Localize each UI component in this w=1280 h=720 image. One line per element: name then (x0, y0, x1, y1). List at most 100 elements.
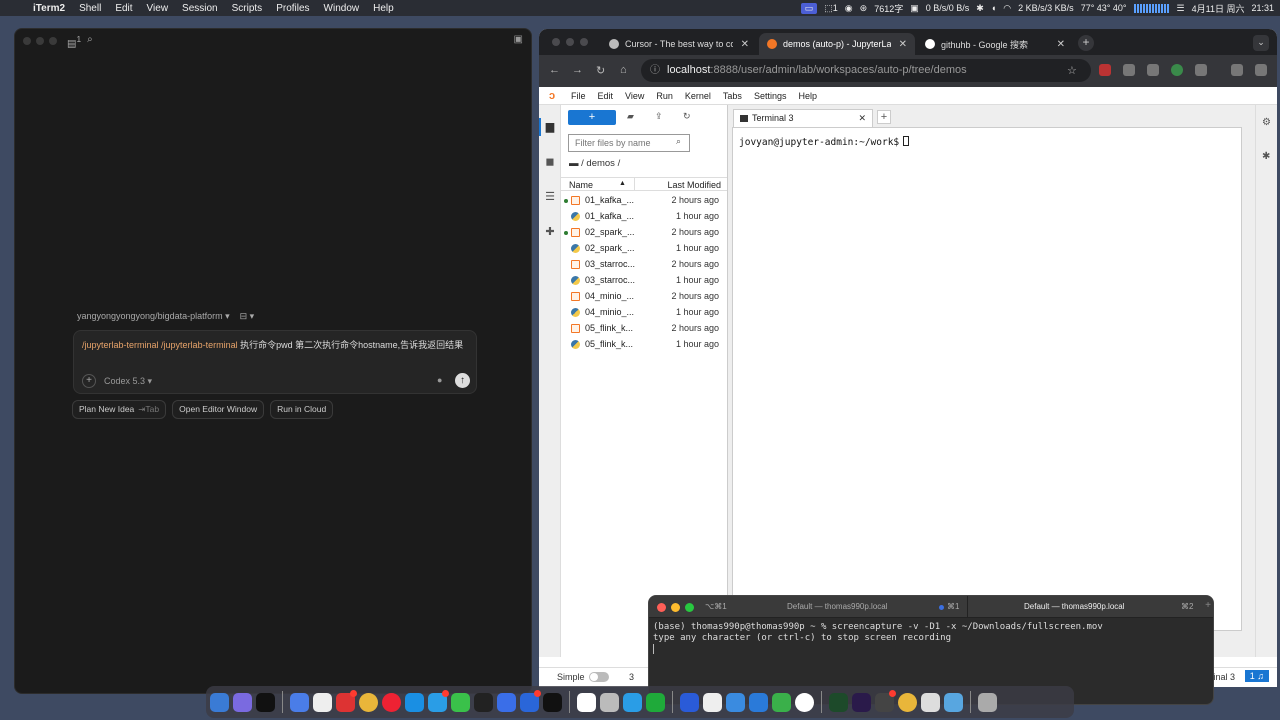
file-row[interactable]: 05_flink_k... 2 hours ago (561, 321, 727, 337)
file-row[interactable]: 01_kafka_... 2 hours ago (561, 193, 727, 209)
wechat-icon[interactable] (451, 692, 470, 712)
zoom-window-button[interactable] (49, 37, 57, 45)
openai-icon[interactable]: ⊛ (860, 3, 868, 14)
wifi-icon[interactable]: ◠ (1003, 3, 1011, 14)
menu-app-name[interactable]: iTerm2 (26, 3, 72, 14)
debugger-icon[interactable]: ✱ (1262, 151, 1270, 162)
chrome-dev-icon[interactable] (898, 692, 917, 712)
zoom-window-button[interactable] (580, 38, 588, 46)
qq-icon[interactable] (474, 692, 493, 712)
trash-icon[interactable] (978, 692, 997, 712)
upload-icon[interactable]: ⇪ (655, 111, 663, 122)
repo-label[interactable]: yangyongyongyong/bigdata-platform ▾ (77, 311, 230, 322)
menu-shell[interactable]: Shell (72, 3, 108, 14)
jp-menu-settings[interactable]: Settings (748, 91, 793, 101)
tab-search-button[interactable]: ⌄ (1253, 35, 1269, 51)
launchpad-icon[interactable] (233, 692, 252, 712)
cursor-app-icon[interactable] (497, 692, 516, 712)
workspace-indicator[interactable]: ⬚1 (824, 3, 838, 14)
add-tab-button[interactable]: + (877, 110, 891, 124)
menu-window[interactable]: Window (317, 3, 367, 14)
quicktime-icon[interactable] (795, 692, 814, 712)
file-row[interactable]: 05_flink_k... 1 hour ago (561, 337, 727, 353)
bluetooth-icon[interactable]: ✱ (976, 3, 984, 14)
new-launcher-button[interactable]: + (568, 110, 616, 125)
close-window-button[interactable] (552, 38, 560, 46)
breadcrumb-path[interactable]: / demos / (581, 158, 620, 169)
prompt-composer[interactable]: /jupyterlab-terminal /jupyterlab-termina… (73, 330, 477, 394)
search-icon[interactable]: ⌕ (87, 34, 93, 49)
forward-icon[interactable]: → (572, 64, 583, 76)
feishu-icon[interactable] (680, 692, 699, 712)
minimize-window-button[interactable] (671, 603, 680, 612)
model-selector[interactable]: Codex 5.3 ▾ (104, 376, 152, 387)
sublime-app-icon[interactable] (726, 692, 745, 712)
finder-icon[interactable] (210, 692, 229, 712)
chrome-icon[interactable] (359, 692, 378, 712)
dingtalk-icon[interactable] (520, 689, 541, 712)
menu-scripts[interactable]: Scripts (225, 3, 270, 14)
iterm-tab-2[interactable]: Default — thomas990p.local (1024, 602, 1125, 611)
iterm-terminal-output[interactable]: (base) thomas990p@thomas990p ~ % screenc… (653, 622, 1103, 658)
menubar-date[interactable]: 4月11日 周六 (1192, 2, 1245, 15)
bookmark-star-icon[interactable]: ☆ (1067, 64, 1077, 77)
close-tab-icon[interactable]: ✕ (858, 110, 866, 126)
typora-icon[interactable] (577, 692, 596, 712)
microphone-icon[interactable]: ● (437, 375, 442, 385)
file-browser-icon[interactable]: ▆ (544, 121, 556, 133)
stage-manager-icon[interactable]: ▭ (800, 2, 818, 14)
menu-edit[interactable]: Edit (108, 3, 139, 14)
tiktok-icon[interactable] (543, 692, 562, 712)
file-row[interactable]: 02_spark_... 2 hours ago (561, 225, 727, 241)
menu-profiles[interactable]: Profiles (269, 3, 316, 14)
tab-terminal-3[interactable]: Terminal 3 ✕ (733, 109, 873, 127)
green-app-icon[interactable] (646, 692, 665, 712)
file-row[interactable]: 03_starroc... 2 hours ago (561, 257, 727, 273)
jp-menu-kernel[interactable]: Kernel (679, 91, 717, 101)
open-editor-window-button[interactable]: Open Editor Window (172, 400, 265, 419)
new-tab-button[interactable]: + (1078, 35, 1094, 51)
close-window-button[interactable] (23, 37, 31, 45)
utility-app-icon[interactable] (600, 692, 619, 712)
ghost-extension-icon[interactable] (1147, 64, 1159, 76)
volume-icon[interactable]: ◖ (991, 3, 996, 13)
sidebar-toggle-icon[interactable]: ▣ (514, 34, 523, 45)
telegram-icon[interactable] (428, 689, 449, 712)
green-extension-icon[interactable] (1171, 64, 1183, 76)
plan-new-idea-button[interactable]: Plan New Idea ⇥Tab (72, 400, 167, 419)
control-center-icon[interactable]: ☰ (1177, 3, 1185, 14)
jp-menu-run[interactable]: Run (650, 91, 679, 101)
table-of-contents-icon[interactable]: ☰ (544, 191, 556, 203)
screenshot-extension-icon[interactable] (1123, 64, 1135, 76)
notes-app-icon[interactable] (703, 692, 722, 712)
site-info-icon[interactable]: ⓘ (650, 59, 660, 82)
minimize-window-button[interactable] (566, 38, 574, 46)
run-in-cloud-button[interactable]: Run in Cloud (270, 400, 334, 419)
file-row[interactable]: 01_kafka_... 1 hour ago (561, 209, 727, 225)
terminal-panel[interactable]: jovyan@jupyter-admin:~/work$ (732, 127, 1242, 631)
minimize-window-button[interactable] (36, 37, 44, 45)
file-row[interactable]: 03_starroc... 1 hour ago (561, 273, 727, 289)
simple-mode-toggle[interactable] (589, 672, 609, 682)
new-tab-button[interactable]: + (1205, 600, 1211, 611)
app-blue-icon[interactable] (290, 692, 309, 712)
close-tab-icon[interactable]: ✕ (899, 39, 907, 50)
jp-menu-view[interactable]: View (619, 91, 650, 101)
tasks-icon[interactable]: ▤1 (67, 34, 81, 49)
back-icon[interactable]: ← (549, 64, 560, 76)
system-settings-icon[interactable] (875, 689, 896, 712)
filter-files-input[interactable] (568, 134, 690, 152)
vscode-icon[interactable] (749, 692, 768, 712)
close-tab-icon[interactable]: ✕ (1057, 39, 1065, 50)
menu-session[interactable]: Session (175, 3, 225, 14)
extension-manager-icon[interactable]: ✚ (544, 226, 556, 238)
last-modified-column-header[interactable]: Last Modified (667, 180, 721, 190)
extensions-puzzle-icon[interactable] (1195, 64, 1207, 76)
profile-avatar[interactable] (1231, 64, 1243, 76)
iterm-tab-1[interactable]: Default — thomas990p.local (787, 602, 888, 611)
telegram-alt-icon[interactable] (623, 692, 642, 712)
file-row[interactable]: 04_minio_... 1 hour ago (561, 305, 727, 321)
datagrip-icon[interactable] (852, 692, 871, 712)
media-player-icon[interactable] (382, 692, 401, 712)
char-count[interactable]: 7612字 (874, 2, 903, 15)
